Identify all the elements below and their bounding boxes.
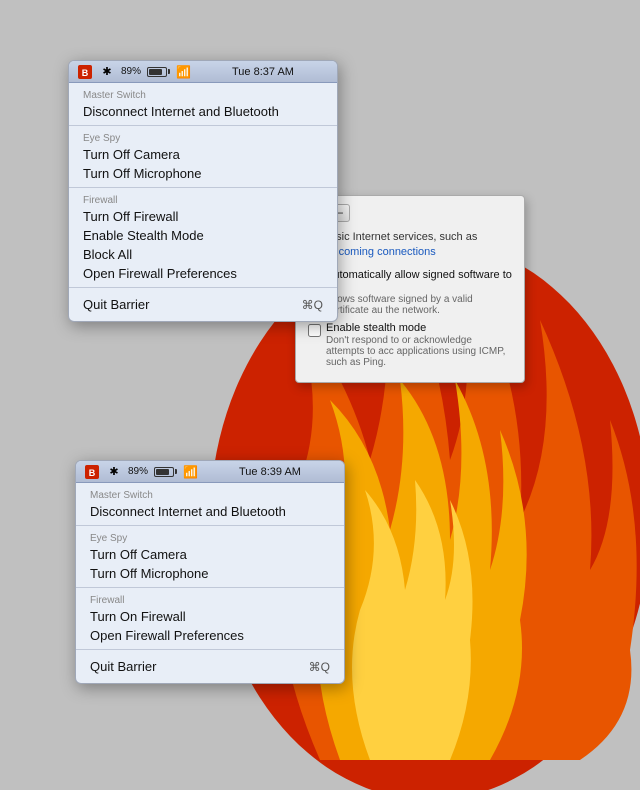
firewall-section-2: Firewall Turn On Firewall Open Firewall … — [76, 588, 344, 650]
enable-stealth-mode-item[interactable]: Enable Stealth Mode — [69, 226, 337, 245]
barrier-logo-icon-2: B — [84, 464, 100, 480]
signed-software-sublabel: Allows software signed by a valid certif… — [326, 294, 512, 316]
menu-panel-2: B ✱ 89% 📶 Tue 8:39 AM Master Switch Disc… — [75, 460, 345, 684]
battery-icon-2 — [154, 467, 177, 477]
quit-barrier-item-2[interactable]: Quit Barrier ⌘Q — [76, 654, 344, 679]
disconnect-internet-item-2[interactable]: Disconnect Internet and Bluetooth — [76, 502, 344, 521]
master-switch-section-2: Master Switch Disconnect Internet and Bl… — [76, 483, 344, 526]
eye-spy-section-2: Eye Spy Turn Off Camera Turn Off Microph… — [76, 526, 344, 588]
eye-spy-label-2: Eye Spy — [76, 530, 344, 545]
battery-icon-1 — [147, 67, 170, 77]
master-switch-section-1: Master Switch Disconnect Internet and Bl… — [69, 83, 337, 126]
turn-on-firewall-item[interactable]: Turn On Firewall — [76, 607, 344, 626]
master-switch-label-2: Master Switch — [76, 487, 344, 502]
turn-off-firewall-item[interactable]: Turn Off Firewall — [69, 207, 337, 226]
bluetooth-icon-2: ✱ — [106, 464, 122, 480]
battery-percent-2: 89% — [128, 466, 148, 477]
menu-bar-time-1: Tue 8:37 AM — [197, 66, 329, 78]
menu-bar-1: B ✱ 89% 📶 Tue 8:37 AM — [69, 61, 337, 83]
open-firewall-prefs-item-1[interactable]: Open Firewall Preferences — [69, 264, 337, 283]
master-switch-label-1: Master Switch — [69, 87, 337, 102]
firewall-label-2: Firewall — [76, 592, 344, 607]
stealth-mode-checkbox-row: Enable stealth mode Don't respond to or … — [308, 322, 512, 368]
stealth-mode-label: Enable stealth mode — [326, 322, 512, 334]
open-firewall-prefs-item-2[interactable]: Open Firewall Preferences — [76, 626, 344, 645]
quit-barrier-item-1[interactable]: Quit Barrier ⌘Q — [69, 292, 337, 317]
eye-spy-label-1: Eye Spy — [69, 130, 337, 145]
plus-minus-row: + − — [308, 204, 512, 222]
firewall-section-1: Firewall Turn Off Firewall Enable Stealt… — [69, 188, 337, 288]
wifi-icon-2: 📶 — [183, 465, 198, 479]
turn-off-camera-item-2[interactable]: Turn Off Camera — [76, 545, 344, 564]
quit-section-2: Quit Barrier ⌘Q — [76, 650, 344, 683]
quit-shortcut-2: ⌘Q — [309, 660, 330, 674]
turn-off-microphone-item-2[interactable]: Turn Off Microphone — [76, 564, 344, 583]
disconnect-internet-item-1[interactable]: Disconnect Internet and Bluetooth — [69, 102, 337, 121]
barrier-logo-icon-1: B — [77, 64, 93, 80]
stealth-mode-checkbox[interactable] — [308, 324, 321, 337]
quit-shortcut-1: ⌘Q — [302, 298, 323, 312]
bluetooth-icon-1: ✱ — [99, 64, 115, 80]
firewall-label-1: Firewall — [69, 192, 337, 207]
stealth-mode-sublabel: Don't respond to or acknowledge attempts… — [326, 335, 512, 368]
firewall-popup-text1: for basic Internet services, such as llo… — [308, 230, 512, 261]
svg-text:B: B — [82, 68, 89, 78]
signed-software-label: Automatically allow signed software to r… — [326, 269, 512, 293]
signed-software-checkbox-row: Automatically allow signed software to r… — [308, 269, 512, 316]
menu-panel-1: B ✱ 89% 📶 Tue 8:37 AM Master Switch Disc… — [68, 60, 338, 322]
svg-text:B: B — [89, 468, 96, 478]
turn-off-camera-item-1[interactable]: Turn Off Camera — [69, 145, 337, 164]
eye-spy-section-1: Eye Spy Turn Off Camera Turn Off Microph… — [69, 126, 337, 188]
menu-bar-time-2: Tue 8:39 AM — [204, 466, 336, 478]
turn-off-microphone-item-1[interactable]: Turn Off Microphone — [69, 164, 337, 183]
block-all-item[interactable]: Block All — [69, 245, 337, 264]
menu-bar-2: B ✱ 89% 📶 Tue 8:39 AM — [76, 461, 344, 483]
battery-percent-1: 89% — [121, 66, 141, 77]
quit-section-1: Quit Barrier ⌘Q — [69, 288, 337, 321]
wifi-icon-1: 📶 — [176, 65, 191, 79]
